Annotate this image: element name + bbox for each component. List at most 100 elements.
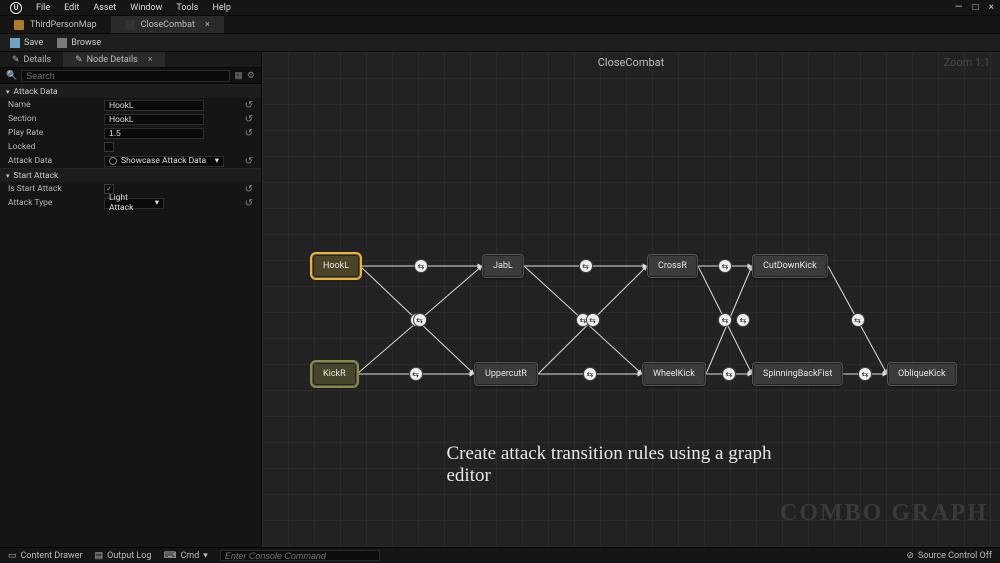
menu-tools[interactable]: Tools [176, 3, 198, 13]
cmd-icon: ⌨ [163, 551, 176, 561]
transition-rule-icon[interactable]: ⇆ [719, 260, 731, 272]
asset-tab-bar: ThirdPersonMap CloseCombat × [0, 16, 1000, 34]
menu-help[interactable]: Help [212, 3, 230, 13]
prop-section: Section ↺ [0, 112, 261, 126]
section-start-attack[interactable]: ▾ Start Attack [0, 168, 261, 182]
graph-viewport[interactable]: CloseCombat Zoom 1:1 Create attack trans… [262, 52, 1000, 547]
graph-node-hookl[interactable]: HookL [312, 254, 360, 278]
graph-node-spinningbackfist[interactable]: SpinningBackFist [752, 362, 843, 386]
content-drawer-button[interactable]: ▭ Content Drawer [8, 551, 83, 561]
graph-node-kickr[interactable]: KickR [312, 362, 357, 386]
transition-rule-icon[interactable]: ⇆ [737, 314, 749, 326]
console-input[interactable] [220, 550, 380, 561]
transition-rule-icon[interactable]: ⇆ [584, 368, 596, 380]
transition-rule-icon[interactable]: ⇆ [723, 368, 735, 380]
prop-label: Name [8, 100, 104, 110]
log-icon: ▤ [95, 551, 104, 561]
cmd-label: Cmd [180, 551, 199, 561]
tab-close-icon[interactable]: × [205, 20, 210, 30]
asset-icon [109, 157, 117, 165]
transition-rule-icon[interactable]: ⇆ [859, 368, 871, 380]
reset-icon[interactable]: ↺ [245, 128, 253, 139]
reset-icon[interactable]: ↺ [245, 156, 253, 167]
details-panel: ✎Details✎Node Details× 🔍 ▦ ⚙ ▾ Attack Da… [0, 52, 262, 547]
panel-tab-details[interactable]: ✎Details [0, 52, 63, 67]
close-button[interactable]: × [989, 2, 994, 13]
grid-icon[interactable]: ▦ [234, 71, 243, 81]
graph-node-obliquekick[interactable]: ObliqueKick [887, 362, 957, 386]
prop-label: Is Start Attack [8, 184, 104, 194]
play-rate-field[interactable] [104, 128, 204, 139]
reset-icon[interactable]: ↺ [245, 198, 253, 209]
name-field[interactable] [104, 100, 204, 111]
reset-icon[interactable]: ↺ [245, 184, 253, 195]
tab-label: ThirdPersonMap [30, 20, 97, 30]
asset-icon [125, 20, 135, 30]
caption-text: Create attack transition rules using a g… [447, 443, 816, 487]
source-control-label: Source Control Off [918, 551, 992, 561]
details-search-input[interactable] [21, 70, 230, 82]
collapse-icon: ▾ [6, 88, 10, 96]
reset-icon[interactable]: ↺ [245, 100, 253, 111]
reset-icon[interactable]: ↺ [245, 114, 253, 125]
menu-asset[interactable]: Asset [93, 3, 116, 13]
prop-label: Locked [8, 142, 104, 152]
app-window: U File Edit Asset Window Tools Help — □ × Thi… [0, 0, 1000, 563]
menu-window[interactable]: Window [130, 3, 162, 13]
editor-toolbar: Save Browse [0, 34, 1000, 52]
transition-rule-icon[interactable]: ⇆ [852, 314, 864, 326]
transition-rule-icon[interactable]: ⇆ [587, 314, 599, 326]
gear-icon[interactable]: ⚙ [247, 71, 255, 81]
watermark-text: COMBO GRAPH [780, 500, 988, 527]
browse-icon [57, 38, 67, 48]
attack-type-dropdown[interactable]: Light Attack ▾ [104, 198, 164, 209]
graph-node-cutdownkick[interactable]: CutDownKick [752, 254, 828, 278]
graph-node-uppercutr[interactable]: UppercutR [474, 362, 538, 386]
section-attack-data[interactable]: ▾ Attack Data [0, 84, 261, 98]
output-log-button[interactable]: ▤ Output Log [95, 551, 152, 561]
prop-label: Play Rate [8, 128, 104, 138]
browse-button[interactable]: Browse [57, 38, 101, 48]
transition-rule-icon[interactable]: ⇆ [414, 314, 426, 326]
section-field[interactable] [104, 114, 204, 125]
transition-rule-icon[interactable]: ⇆ [719, 314, 731, 326]
transition-rule-icon[interactable]: ⇆ [580, 260, 592, 272]
menu-file[interactable]: File [36, 3, 50, 13]
window-controls: — □ × [955, 2, 994, 13]
panel-tab-node-details[interactable]: ✎Node Details× [63, 52, 165, 67]
menu-bar: U File Edit Asset Window Tools Help — □ × [0, 0, 1000, 16]
minimize-button[interactable]: — [955, 2, 963, 13]
prop-attack-type: Attack Type Light Attack ▾ ↺ [0, 196, 261, 210]
graph-node-wheelkick[interactable]: WheelKick [642, 362, 706, 386]
asset-tab-thirdpersonmap[interactable]: ThirdPersonMap [0, 16, 111, 33]
cmd-dropdown[interactable]: ⌨ Cmd ▾ [163, 551, 207, 561]
attack-data-dropdown[interactable]: Showcase Attack Data ▾ [104, 156, 224, 167]
tab-close-icon[interactable]: × [148, 55, 153, 65]
graph-node-jabl[interactable]: JabL [482, 254, 524, 278]
asset-tab-closecombat[interactable]: CloseCombat × [111, 16, 224, 33]
save-icon [10, 38, 20, 48]
prop-locked: Locked [0, 140, 261, 154]
save-label: Save [24, 38, 43, 48]
transition-rule-icon[interactable]: ⇆ [410, 368, 422, 380]
menu-edit[interactable]: Edit [64, 3, 79, 13]
search-icon: 🔍 [6, 71, 17, 81]
status-bar: ▭ Content Drawer ▤ Output Log ⌨ Cmd ▾ ⊘ … [0, 547, 1000, 563]
graph-node-crossr[interactable]: CrossR [647, 254, 698, 278]
dropdown-value: Showcase Attack Data [121, 156, 206, 166]
locked-checkbox[interactable] [104, 142, 114, 152]
prop-attack-data: Attack Data Showcase Attack Data ▾ ↺ [0, 154, 261, 168]
transition-rule-icon[interactable]: ⇆ [415, 260, 427, 272]
prop-name: Name ↺ [0, 98, 261, 112]
tab-label: CloseCombat [141, 20, 195, 30]
browse-label: Browse [71, 38, 101, 48]
chevron-down-icon: ▾ [203, 551, 208, 561]
source-control-button[interactable]: ⊘ Source Control Off [906, 551, 992, 561]
engine-logo-icon: U [10, 2, 22, 14]
pencil-icon: ✎ [12, 55, 20, 65]
save-button[interactable]: Save [10, 38, 43, 48]
output-log-label: Output Log [107, 551, 151, 561]
collapse-icon: ▾ [6, 172, 10, 180]
section-title: Attack Data [14, 87, 58, 97]
maximize-button[interactable]: □ [973, 2, 979, 13]
